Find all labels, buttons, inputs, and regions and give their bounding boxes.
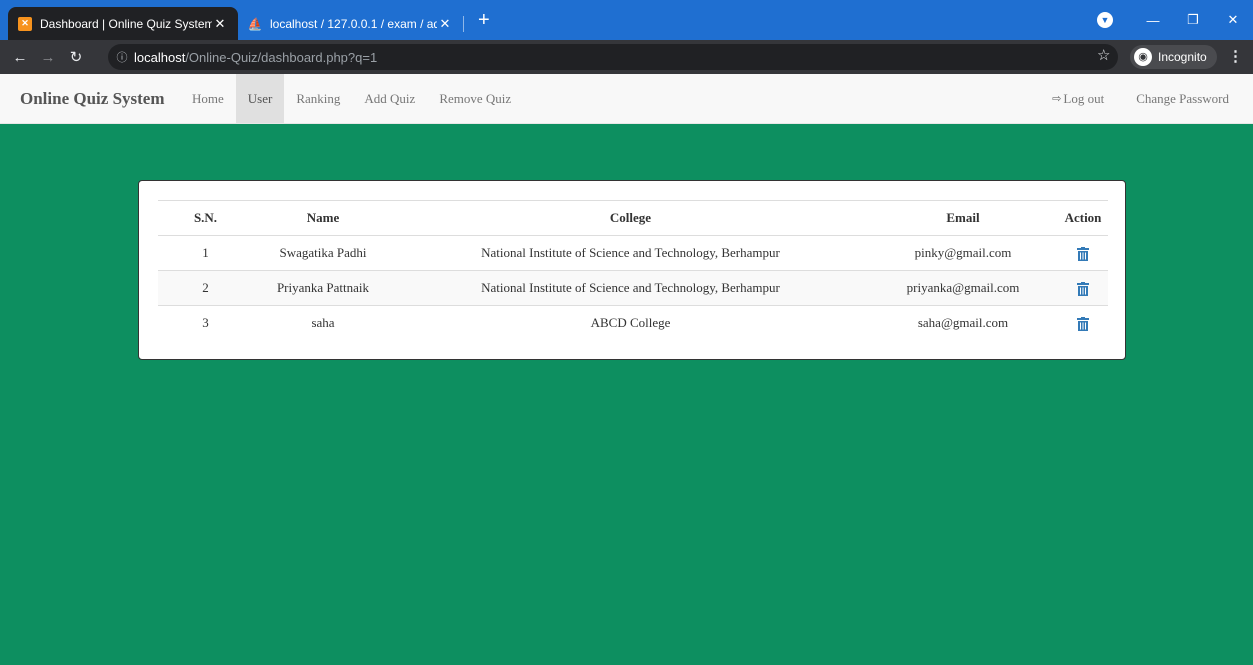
- logout-link[interactable]: ⇨ Log out: [1040, 74, 1116, 123]
- users-panel: S.N. Name College Email Action 1 Swagati…: [138, 180, 1126, 360]
- nav-add-quiz[interactable]: Add Quiz: [352, 74, 427, 123]
- url-path: /Online-Quiz/dashboard.php?q=1: [185, 49, 378, 65]
- cell-name: Swagatika Padhi: [253, 235, 393, 271]
- phpmyadmin-icon: ⛵: [247, 16, 263, 31]
- incognito-label: Incognito: [1158, 50, 1207, 64]
- tab-title: localhost / 127.0.0.1 / exam / adı: [270, 16, 437, 31]
- browser-toolbar: ← → ↻ ⓘ localhost/Online-Quiz/dashboard.…: [0, 40, 1253, 74]
- users-table: S.N. Name College Email Action 1 Swagati…: [158, 200, 1108, 341]
- cell-sn: 2: [158, 270, 253, 306]
- nav-remove-quiz[interactable]: Remove Quiz: [427, 74, 523, 123]
- window-close-icon[interactable]: ✕: [1213, 12, 1253, 28]
- cell-name: Priyanka Pattnaik: [253, 270, 393, 306]
- download-icon[interactable]: ▼: [1097, 12, 1113, 28]
- incognito-icon: ◉: [1134, 48, 1152, 66]
- change-password-link[interactable]: Change Password: [1124, 74, 1253, 123]
- cell-action: [1058, 270, 1108, 306]
- trash-icon[interactable]: [1077, 247, 1089, 261]
- window-controls: ▼ — ❐ ✕: [1097, 0, 1253, 40]
- cell-college: National Institute of Science and Techno…: [393, 235, 868, 271]
- info-icon[interactable]: ⓘ: [114, 49, 130, 65]
- trash-icon[interactable]: [1077, 282, 1089, 296]
- tab-divider: [463, 16, 464, 32]
- table-row: 2 Priyanka Pattnaik National Institute o…: [158, 270, 1108, 306]
- incognito-badge[interactable]: ◉ Incognito: [1130, 45, 1217, 69]
- cell-action: [1058, 235, 1108, 271]
- xampp-icon: ✕: [18, 16, 32, 31]
- reload-icon[interactable]: ↻: [62, 48, 90, 66]
- cell-college: ABCD College: [393, 305, 868, 341]
- url-host: localhost: [134, 49, 186, 65]
- new-tab-icon[interactable]: +: [478, 9, 490, 32]
- cell-college: National Institute of Science and Techno…: [393, 270, 868, 306]
- browser-tab-dashboard[interactable]: ✕ Dashboard | Online Quiz System ✕: [8, 7, 238, 40]
- cell-action: [1058, 305, 1108, 341]
- address-bar[interactable]: ⓘ localhost/Online-Quiz/dashboard.php?q=…: [108, 44, 1118, 70]
- forward-icon[interactable]: →: [34, 49, 62, 66]
- header-name: Name: [253, 200, 393, 236]
- table-row: 1 Swagatika Padhi National Institute of …: [158, 235, 1108, 271]
- close-icon[interactable]: ✕: [437, 16, 453, 32]
- nav-user[interactable]: User: [235, 74, 285, 123]
- header-email: Email: [868, 200, 1058, 236]
- browser-tab-bar: ✕ Dashboard | Online Quiz System ✕ ⛵ loc…: [0, 0, 1253, 40]
- restore-icon[interactable]: ❐: [1173, 12, 1213, 28]
- nav-right: ⇨ Log out Change Password: [1040, 74, 1253, 123]
- cell-name: saha: [253, 305, 393, 341]
- close-icon[interactable]: ✕: [212, 16, 228, 32]
- cell-email: saha@gmail.com: [868, 305, 1058, 341]
- browser-tab-phpmyadmin[interactable]: ⛵ localhost / 127.0.0.1 / exam / adı ✕: [238, 7, 463, 40]
- cell-email: pinky@gmail.com: [868, 235, 1058, 271]
- header-sn: S.N.: [158, 200, 253, 236]
- table-row: 3 saha ABCD College saha@gmail.com: [158, 305, 1108, 341]
- cell-sn: 3: [158, 305, 253, 341]
- logout-label: Log out: [1063, 90, 1105, 106]
- logout-icon: ⇨: [1052, 92, 1062, 105]
- brand-logo[interactable]: Online Quiz System: [0, 74, 180, 123]
- table-header-row: S.N. Name College Email Action: [158, 200, 1108, 236]
- bookmark-star-icon[interactable]: ☆: [1097, 46, 1110, 64]
- nav-home[interactable]: Home: [180, 74, 236, 123]
- header-college: College: [393, 200, 868, 236]
- nav-ranking[interactable]: Ranking: [284, 74, 352, 123]
- header-action: Action: [1058, 200, 1108, 236]
- minimize-icon[interactable]: —: [1133, 13, 1173, 28]
- trash-icon[interactable]: [1077, 317, 1089, 332]
- app-navbar: Online Quiz System Home User Ranking Add…: [0, 74, 1253, 124]
- cell-sn: 1: [158, 235, 253, 271]
- kebab-menu-icon[interactable]: ⋮: [1228, 47, 1243, 65]
- tab-title: Dashboard | Online Quiz System: [40, 16, 212, 31]
- cell-email: priyanka@gmail.com: [868, 270, 1058, 306]
- back-icon[interactable]: ←: [6, 49, 34, 66]
